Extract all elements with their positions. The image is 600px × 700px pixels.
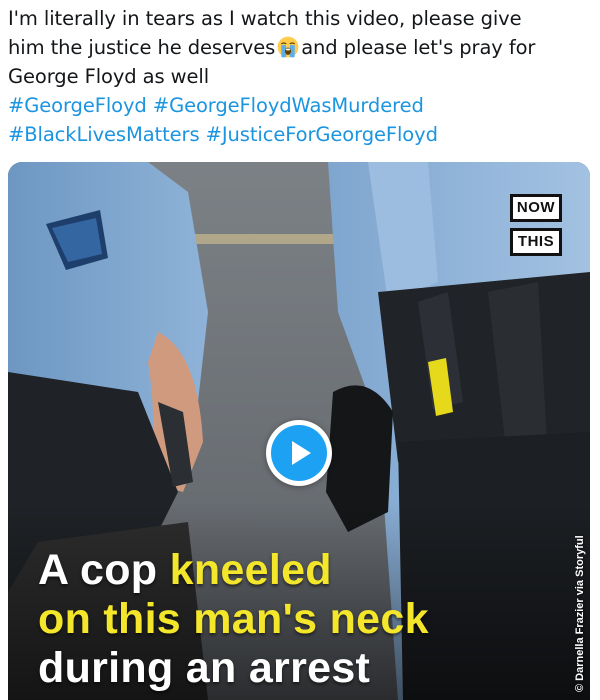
video-player[interactable]: NOW THIS A cop kneeled on this man's nec…: [8, 162, 590, 700]
caption-highlight-text: kneeled: [169, 546, 332, 594]
hashtag-link-blacklivesmatters[interactable]: #BlackLivesMatters: [8, 123, 200, 146]
nowthis-logo-top: NOW: [510, 194, 562, 222]
nowthis-logo-bottom: THIS: [510, 228, 562, 256]
tweet-line-2: him the justice he deserves and please l…: [8, 33, 593, 62]
hashtag-line-1: #GeorgeFloyd #GeorgeFloydWasMurdered: [8, 91, 593, 120]
caption-line-3: during an arrest: [38, 644, 371, 692]
video-credit: © Darnella Frazier via Storyful: [574, 535, 586, 692]
tweet-text: I'm literally in tears as I watch this v…: [8, 4, 593, 149]
tweet-text-segment: and please let's pray for: [301, 36, 536, 59]
loudly-crying-face-icon: [277, 36, 299, 58]
play-button-circle: [271, 425, 327, 481]
tweet-line-3: George Floyd as well: [8, 65, 210, 88]
hashtag-line-2: #BlackLivesMatters #JusticeForGeorgeFloy…: [8, 120, 593, 149]
tweet-text-segment: him the justice he deserves: [8, 36, 276, 59]
video-caption: A cop kneeled on this man's neck during …: [38, 546, 429, 693]
play-button[interactable]: [266, 420, 332, 486]
hashtag-link-georgefloyd[interactable]: #GeorgeFloyd: [8, 94, 147, 117]
hashtag-link-georgefloydwasmurdered[interactable]: #GeorgeFloydWasMurdered: [153, 94, 424, 117]
caption-line-1: A cop kneeled: [38, 546, 429, 595]
tweet-line-1: I'm literally in tears as I watch this v…: [8, 7, 522, 30]
hashtag-link-justiceforgeorgefloyd[interactable]: #JusticeForGeorgeFloyd: [206, 123, 438, 146]
nowthis-logo: NOW THIS: [510, 194, 562, 262]
caption-line-2: on this man's neck: [38, 595, 429, 643]
caption-white-text: A cop: [38, 546, 158, 594]
play-icon: [292, 441, 311, 465]
